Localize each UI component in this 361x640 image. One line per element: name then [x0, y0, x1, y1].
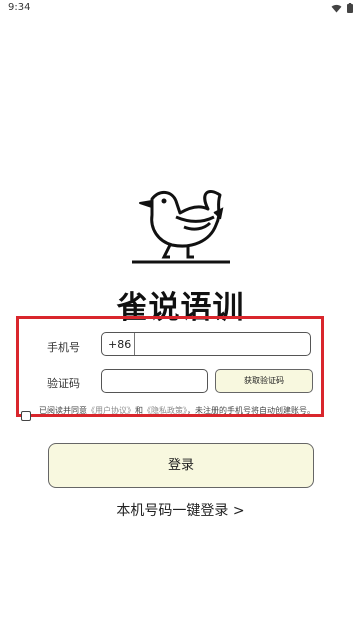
one-key-login-link[interactable]: 本机号码一键登录 >	[0, 500, 361, 520]
privacy-policy-link[interactable]: 《隐私政策》	[143, 406, 187, 415]
phone-divider	[134, 333, 135, 355]
status-bar: 9:34	[0, 0, 361, 18]
country-code[interactable]: +86	[108, 338, 131, 351]
code-label: 验证码	[47, 377, 80, 390]
agreement-checkbox[interactable]	[21, 411, 31, 421]
agreement-and: 和	[135, 406, 143, 415]
phone-label: 手机号	[47, 341, 80, 354]
agreement-text: 已阅读并同意《用户协议》和《隐私政策》，未注册的手机号将自动创建账号。	[39, 405, 337, 417]
status-icons	[331, 3, 353, 13]
battery-icon	[347, 3, 353, 13]
phone-input[interactable]	[138, 335, 308, 355]
wifi-icon	[331, 4, 342, 13]
get-code-button[interactable]: 获取验证码	[215, 369, 313, 393]
status-time: 9:34	[8, 2, 31, 13]
login-button[interactable]: 登录	[48, 443, 314, 488]
verification-code-input[interactable]	[101, 369, 208, 393]
phone-field[interactable]: +86	[101, 332, 311, 356]
bird-logo	[132, 190, 230, 264]
user-agreement-link[interactable]: 《用户协议》	[87, 406, 135, 415]
agreement-prefix: 已阅读并同意	[39, 406, 87, 415]
agreement-suffix: ，未注册的手机号将自动创建账号。	[187, 406, 315, 415]
